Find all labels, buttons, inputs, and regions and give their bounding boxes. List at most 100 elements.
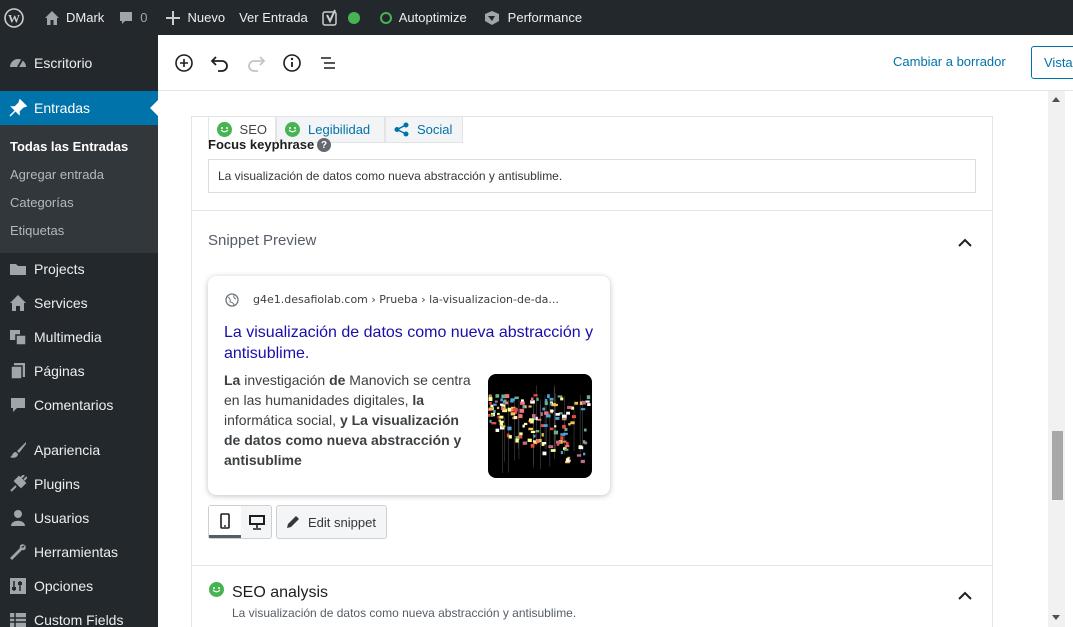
desktop-preview-button[interactable]	[241, 506, 273, 538]
sidebar-item-entradas[interactable]: Entradas	[0, 91, 158, 125]
media-icon	[8, 327, 28, 347]
serp-description: La investigación de Manovich se centra e…	[224, 370, 474, 470]
comments-link[interactable]: 0	[110, 0, 153, 35]
focus-keyphrase-input[interactable]	[208, 159, 976, 193]
sidebar-item-paginas[interactable]: Páginas	[0, 354, 158, 388]
seo-analysis-keyphrase: La visualización de datos como nueva abs…	[232, 606, 577, 620]
sidebar-item-opciones[interactable]: Opciones	[0, 569, 158, 603]
sidebar-item-services[interactable]: Services	[0, 286, 158, 320]
plus-icon	[165, 10, 180, 25]
performance-menu[interactable]: Performance	[473, 0, 588, 35]
view-entry-link[interactable]: Ver Entrada	[231, 0, 314, 35]
yoast-menu[interactable]	[314, 0, 366, 35]
autoptimize-menu[interactable]: Autoptimize	[366, 0, 473, 35]
sidebar-item-usuarios[interactable]: Usuarios	[0, 501, 158, 535]
submenu-add-post[interactable]: Agregar entrada	[10, 167, 104, 182]
sidebar-item-label: Multimedia	[34, 329, 102, 345]
page: W DMark 0 Nuevo Ver Entrada Autoptimize …	[0, 0, 1073, 627]
info-button[interactable]	[280, 51, 304, 75]
home-icon	[8, 293, 28, 313]
undo-button[interactable]	[208, 51, 232, 75]
comment-icon	[120, 11, 133, 24]
site-name-link[interactable]: DMark	[30, 0, 110, 35]
folder-icon	[8, 259, 28, 279]
new-content-link[interactable]: Nuevo	[154, 0, 232, 35]
preview-mode-toggle	[208, 505, 272, 539]
add-block-button[interactable]	[172, 51, 196, 75]
sidebar-item-custom-fields[interactable]: Custom Fields	[0, 603, 158, 627]
sidebar-item-escritorio[interactable]: Escritorio	[0, 46, 158, 80]
scroll-down-arrow[interactable]	[1052, 615, 1060, 620]
content-scrollbar[interactable]	[1048, 91, 1065, 627]
sidebar-item-plugins[interactable]: Plugins	[0, 467, 158, 501]
sidebar-item-label: Usuarios	[34, 510, 90, 526]
wordpress-logo-icon[interactable]: W	[0, 0, 30, 35]
sidebar-item-label: Herramientas	[34, 544, 119, 560]
featured-image-thumbnail	[488, 374, 592, 478]
edit-snippet-button[interactable]: Edit snippet	[276, 505, 387, 539]
scroll-thumb[interactable]	[1052, 431, 1063, 500]
tab-social[interactable]: Social	[385, 117, 463, 143]
google-preview-card: g4e1.desafiolab.com › Prueba › la-visual…	[208, 276, 610, 495]
performance-label: Performance	[507, 10, 583, 25]
outline-button[interactable]	[316, 51, 340, 75]
sidebar-item-multimedia[interactable]: Multimedia	[0, 320, 158, 354]
svg-text:W: W	[8, 11, 20, 25]
serp-title[interactable]: La visualización de datos como nueva abs…	[224, 322, 594, 364]
desktop-icon	[249, 515, 265, 530]
sidebar-item-label: Projects	[34, 261, 85, 277]
sidebar-item-label: Plugins	[34, 476, 80, 492]
admin-sidebar: Escritorio Entradas Todas las Entradas A…	[0, 35, 158, 627]
plus-circle-icon	[175, 54, 193, 72]
desc-text: informática social,	[224, 412, 340, 428]
tab-label: Social	[417, 122, 453, 137]
wrench-icon	[8, 542, 28, 562]
yoast-seo-panel: SEO Legibilidad Social Focus keyphrase ?…	[191, 116, 993, 627]
posts-submenu: Todas las Entradas Agregar entrada Categ…	[0, 125, 158, 253]
list-view-icon	[321, 57, 335, 69]
edit-snippet-label: Edit snippet	[308, 514, 376, 530]
scroll-up-arrow[interactable]	[1052, 97, 1060, 102]
sidebar-item-label: Entradas	[34, 100, 91, 116]
autoptimize-status-icon	[379, 11, 392, 24]
desc-bold: la	[412, 392, 425, 408]
redo-button[interactable]	[244, 51, 268, 75]
sidebar-item-comentarios[interactable]: Comentarios	[0, 388, 158, 422]
editor-content: SEO Legibilidad Social Focus keyphrase ?…	[158, 91, 1048, 627]
share-icon	[394, 122, 409, 137]
desc-bold: de	[329, 372, 346, 388]
sidebar-item-label: Services	[34, 295, 88, 311]
sidebar-item-label: Custom Fields	[34, 612, 124, 627]
redo-icon	[248, 56, 266, 72]
site-name: DMark	[66, 10, 105, 25]
desc-text: investigación	[240, 372, 330, 388]
sidebar-item-herramientas[interactable]: Herramientas	[0, 535, 158, 569]
sidebar-item-apariencia[interactable]: Apariencia	[0, 433, 158, 467]
serp-url: g4e1.desafiolab.com › Prueba › la-visual…	[253, 293, 559, 306]
snippet-preview-heading: Snippet Preview	[208, 232, 317, 249]
tab-label: Legibilidad	[308, 122, 371, 137]
info-icon	[283, 54, 301, 72]
undo-icon	[210, 56, 228, 72]
divider	[192, 210, 992, 211]
sidebar-item-projects[interactable]: Projects	[0, 252, 158, 286]
seo-analysis-heading[interactable]: SEO analysis	[232, 584, 328, 602]
switch-to-draft-button[interactable]: Cambiar a borrador	[893, 54, 1006, 69]
chevron-up-icon[interactable]	[958, 235, 972, 247]
submenu-tags[interactable]: Etiquetas	[10, 223, 64, 238]
seo-status-dot	[347, 11, 360, 24]
home-icon	[45, 10, 59, 25]
new-label: Nuevo	[187, 10, 226, 25]
submenu-categories[interactable]: Categorías	[10, 195, 74, 210]
submenu-all-posts[interactable]: Todas las Entradas	[10, 139, 128, 154]
chevron-up-icon[interactable]	[958, 588, 972, 600]
performance-icon	[484, 10, 499, 25]
mobile-preview-button[interactable]	[209, 506, 241, 538]
preview-button[interactable]: Vista	[1031, 46, 1073, 79]
settings-icon	[8, 576, 28, 596]
view-entry-label: Ver Entrada	[239, 10, 308, 25]
focus-keyphrase-label: Focus keyphrase	[208, 137, 315, 152]
editor-toolbar: Cambiar a borrador Vista	[158, 35, 1073, 91]
pin-icon	[8, 98, 28, 118]
help-icon[interactable]: ?	[317, 138, 331, 152]
